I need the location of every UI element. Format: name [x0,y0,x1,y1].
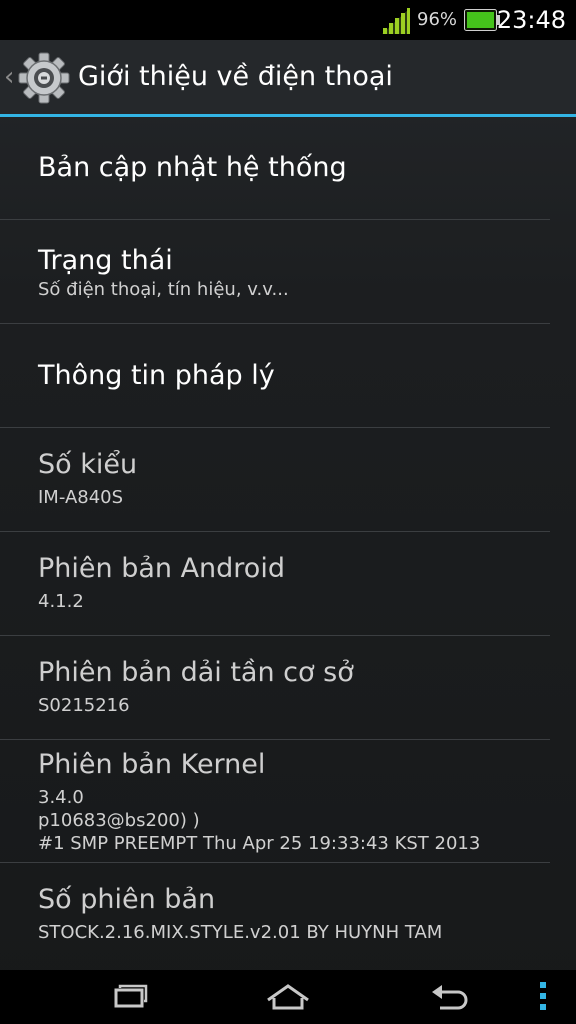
list-item-system-update[interactable]: Bản cập nhật hệ thống [0,117,550,220]
list-item-kernel-version: Phiên bản Kernel 3.4.0 p10683@bs200) ) #… [0,740,550,863]
up-navigation[interactable]: ‹ [0,40,74,114]
overflow-menu-icon [540,982,546,1010]
battery-percent: 96% [417,9,458,30]
overflow-menu-button[interactable] [528,970,568,1024]
signal-strength-icon [382,8,410,34]
list-item-status[interactable]: Trạng thái Số điện thoại, tín hiệu, v.v.… [0,220,550,324]
list-item-summary: STOCK.2.16.MIX.STYLE.v2.01 BY HUYNH TAM [38,922,443,943]
recent-apps-icon [114,984,148,1008]
list-item-build-number[interactable]: Số phiên bản STOCK.2.16.MIX.STYLE.v2.01 … [0,863,550,967]
settings-gear-icon [18,52,70,104]
list-item-title: Phiên bản dải tần cơ sở [38,657,354,688]
home-button[interactable] [232,970,344,1024]
chevron-left-icon: ‹ [4,62,15,92]
home-icon [267,984,309,1010]
list-item-legal-info[interactable]: Thông tin pháp lý [0,324,550,428]
list-item-title: Phiên bản Android [38,553,285,584]
clock: 23:48 [496,6,566,34]
list-item-summary-line: #1 SMP PREEMPT Thu Apr 25 19:33:43 KST 2… [38,833,481,854]
list-item-title: Số phiên bản [38,884,216,915]
list-item-summary: 4.1.2 [38,591,84,612]
list-item-title: Trạng thái [38,245,173,276]
list-item-summary: IM-A840S [38,487,124,508]
status-bar: 96% 23:48 [0,0,576,40]
action-bar: ‹ Giới thiệu về điện thoại [0,40,576,117]
list-item-summary-line: 3.4.0 [38,787,84,808]
battery-charging-icon [464,9,500,31]
recent-apps-button[interactable] [72,970,184,1024]
list-item-baseband-version: Phiên bản dải tần cơ sở S0215216 [0,636,550,740]
navigation-bar [0,970,576,1024]
settings-list: Bản cập nhật hệ thống Trạng thái Số điện… [0,117,576,967]
list-item-summary: Số điện thoại, tín hiệu, v.v... [38,279,289,300]
back-arrow-icon [432,985,468,1010]
list-item-android-version[interactable]: Phiên bản Android 4.1.2 [0,532,550,636]
back-button[interactable] [392,970,504,1024]
list-item-model-number: Số kiểu IM-A840S [0,428,550,532]
list-item-title: Phiên bản Kernel [38,749,266,780]
list-item-title: Thông tin pháp lý [38,359,275,391]
page-title: Giới thiệu về điện thoại [78,61,393,92]
list-item-summary-line: p10683@bs200) ) [38,810,200,831]
list-item-title: Bản cập nhật hệ thống [38,152,347,183]
about-phone-screen: 96% 23:48 ‹ Giới thiệu về điện thoại Bản… [0,0,576,1024]
list-item-title: Số kiểu [38,449,138,480]
list-item-summary: S0215216 [38,695,130,716]
